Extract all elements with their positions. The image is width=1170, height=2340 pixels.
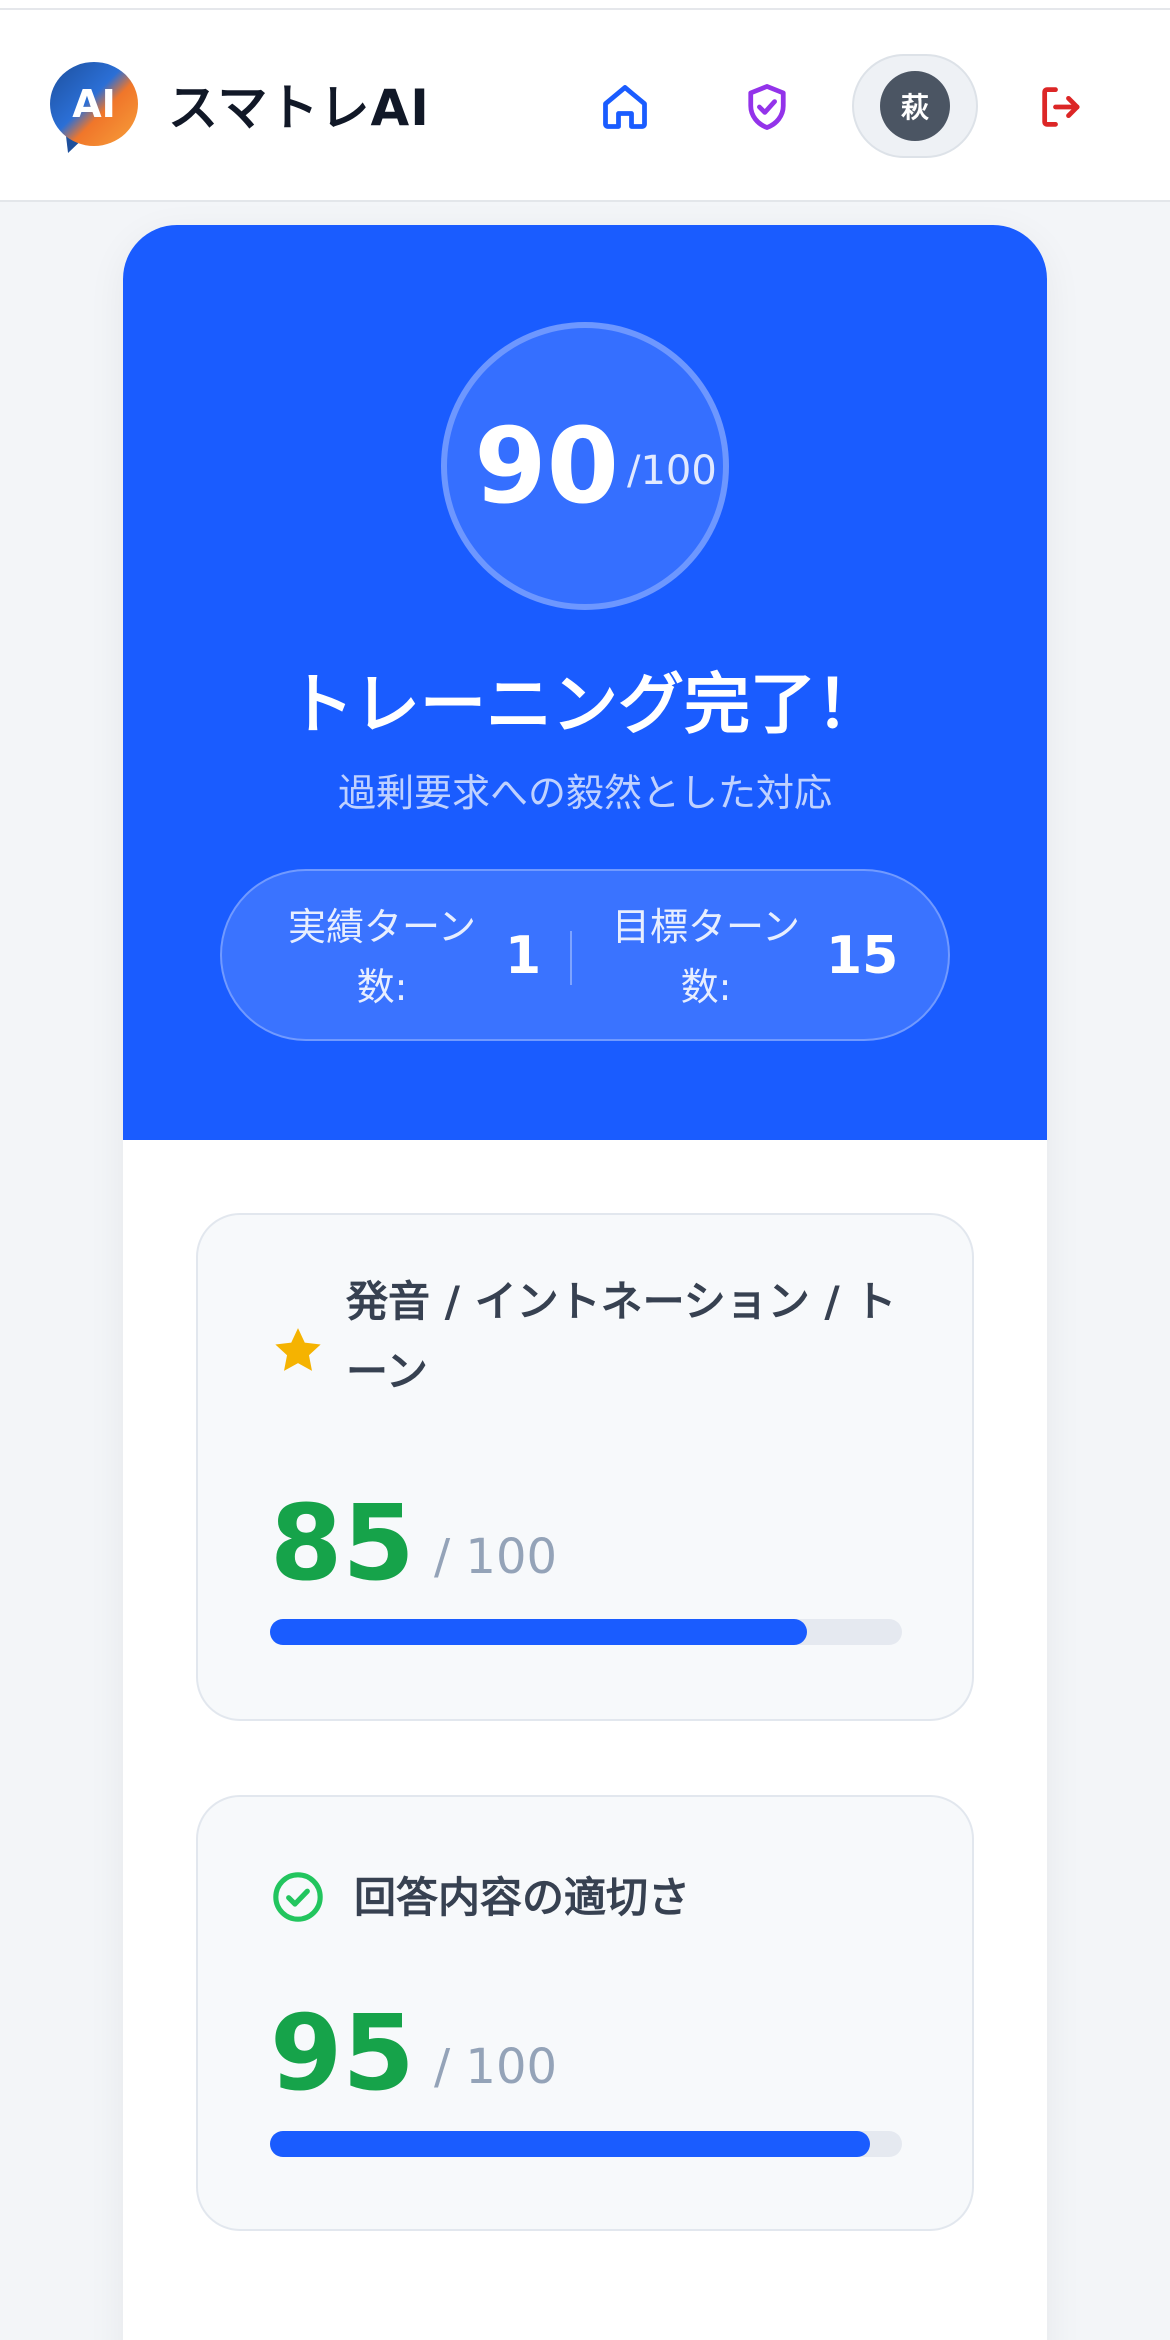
- target-turns-label: 目標ターン数:: [611, 905, 801, 1009]
- shield-check-icon: [748, 84, 786, 130]
- logout-button[interactable]: [1027, 72, 1097, 142]
- completion-title: トレーニング完了！: [288, 666, 882, 743]
- admin-button[interactable]: [732, 72, 802, 142]
- metric-title: 発音 / イントネーション / トーン: [346, 1277, 897, 1396]
- total-score-ring: 90 /100: [441, 322, 729, 610]
- summary-hero: 90 /100 トレーニング完了！ 過剰要求への毅然とした対応 実績ターン数: …: [123, 225, 1047, 1140]
- logo-text: AI: [72, 82, 116, 126]
- total-score-max: /100: [627, 448, 717, 494]
- turn-summary: 実績ターン数: 1 目標ターン数: 15: [220, 869, 950, 1041]
- progress-bar: [270, 1619, 902, 1645]
- status-strip: [0, 0, 1170, 10]
- metric-score: 95: [270, 1992, 415, 2114]
- target-turns-value: 15: [826, 926, 899, 986]
- star-icon: [275, 1328, 321, 1371]
- total-score: 90: [474, 405, 619, 527]
- progress-bar: [270, 2131, 902, 2157]
- check-circle-icon: [273, 1872, 323, 1922]
- app-header: AI スマトレAI 萩: [0, 10, 1170, 202]
- progress-fill: [270, 1619, 808, 1645]
- turn-divider: [570, 931, 572, 985]
- profile-button[interactable]: 萩: [852, 54, 978, 158]
- home-button[interactable]: [590, 72, 660, 142]
- metric-score-max: / 100: [434, 2039, 558, 2095]
- brand-name[interactable]: スマトレAI: [168, 68, 430, 148]
- metric-score: 85: [270, 1482, 415, 1604]
- actual-turns-label: 実績ターン数:: [287, 905, 477, 1009]
- metric-title: 回答内容の適切さ: [354, 1873, 691, 1922]
- actual-turns-value: 1: [505, 926, 542, 986]
- home-icon: [603, 85, 647, 129]
- scenario-name: 過剰要求への毅然とした対応: [337, 771, 832, 815]
- results-page: AI スマトレAI 萩 90 /100 トレーニング完了！ 過剰要求への毅然とし…: [0, 0, 1170, 2340]
- logout-icon: [1042, 87, 1080, 127]
- metric-card-pronunciation: 発音 / イントネーション / トーン 85 / 100: [196, 1213, 974, 1721]
- app-logo[interactable]: AI: [50, 62, 140, 158]
- metric-card-content: 回答内容の適切さ 95 / 100: [196, 1795, 974, 2231]
- avatar: 萩: [880, 71, 950, 141]
- results-card: 90 /100 トレーニング完了！ 過剰要求への毅然とした対応 実績ターン数: …: [123, 225, 1047, 2340]
- metric-score-max: / 100: [434, 1529, 558, 1585]
- progress-fill: [270, 2131, 871, 2157]
